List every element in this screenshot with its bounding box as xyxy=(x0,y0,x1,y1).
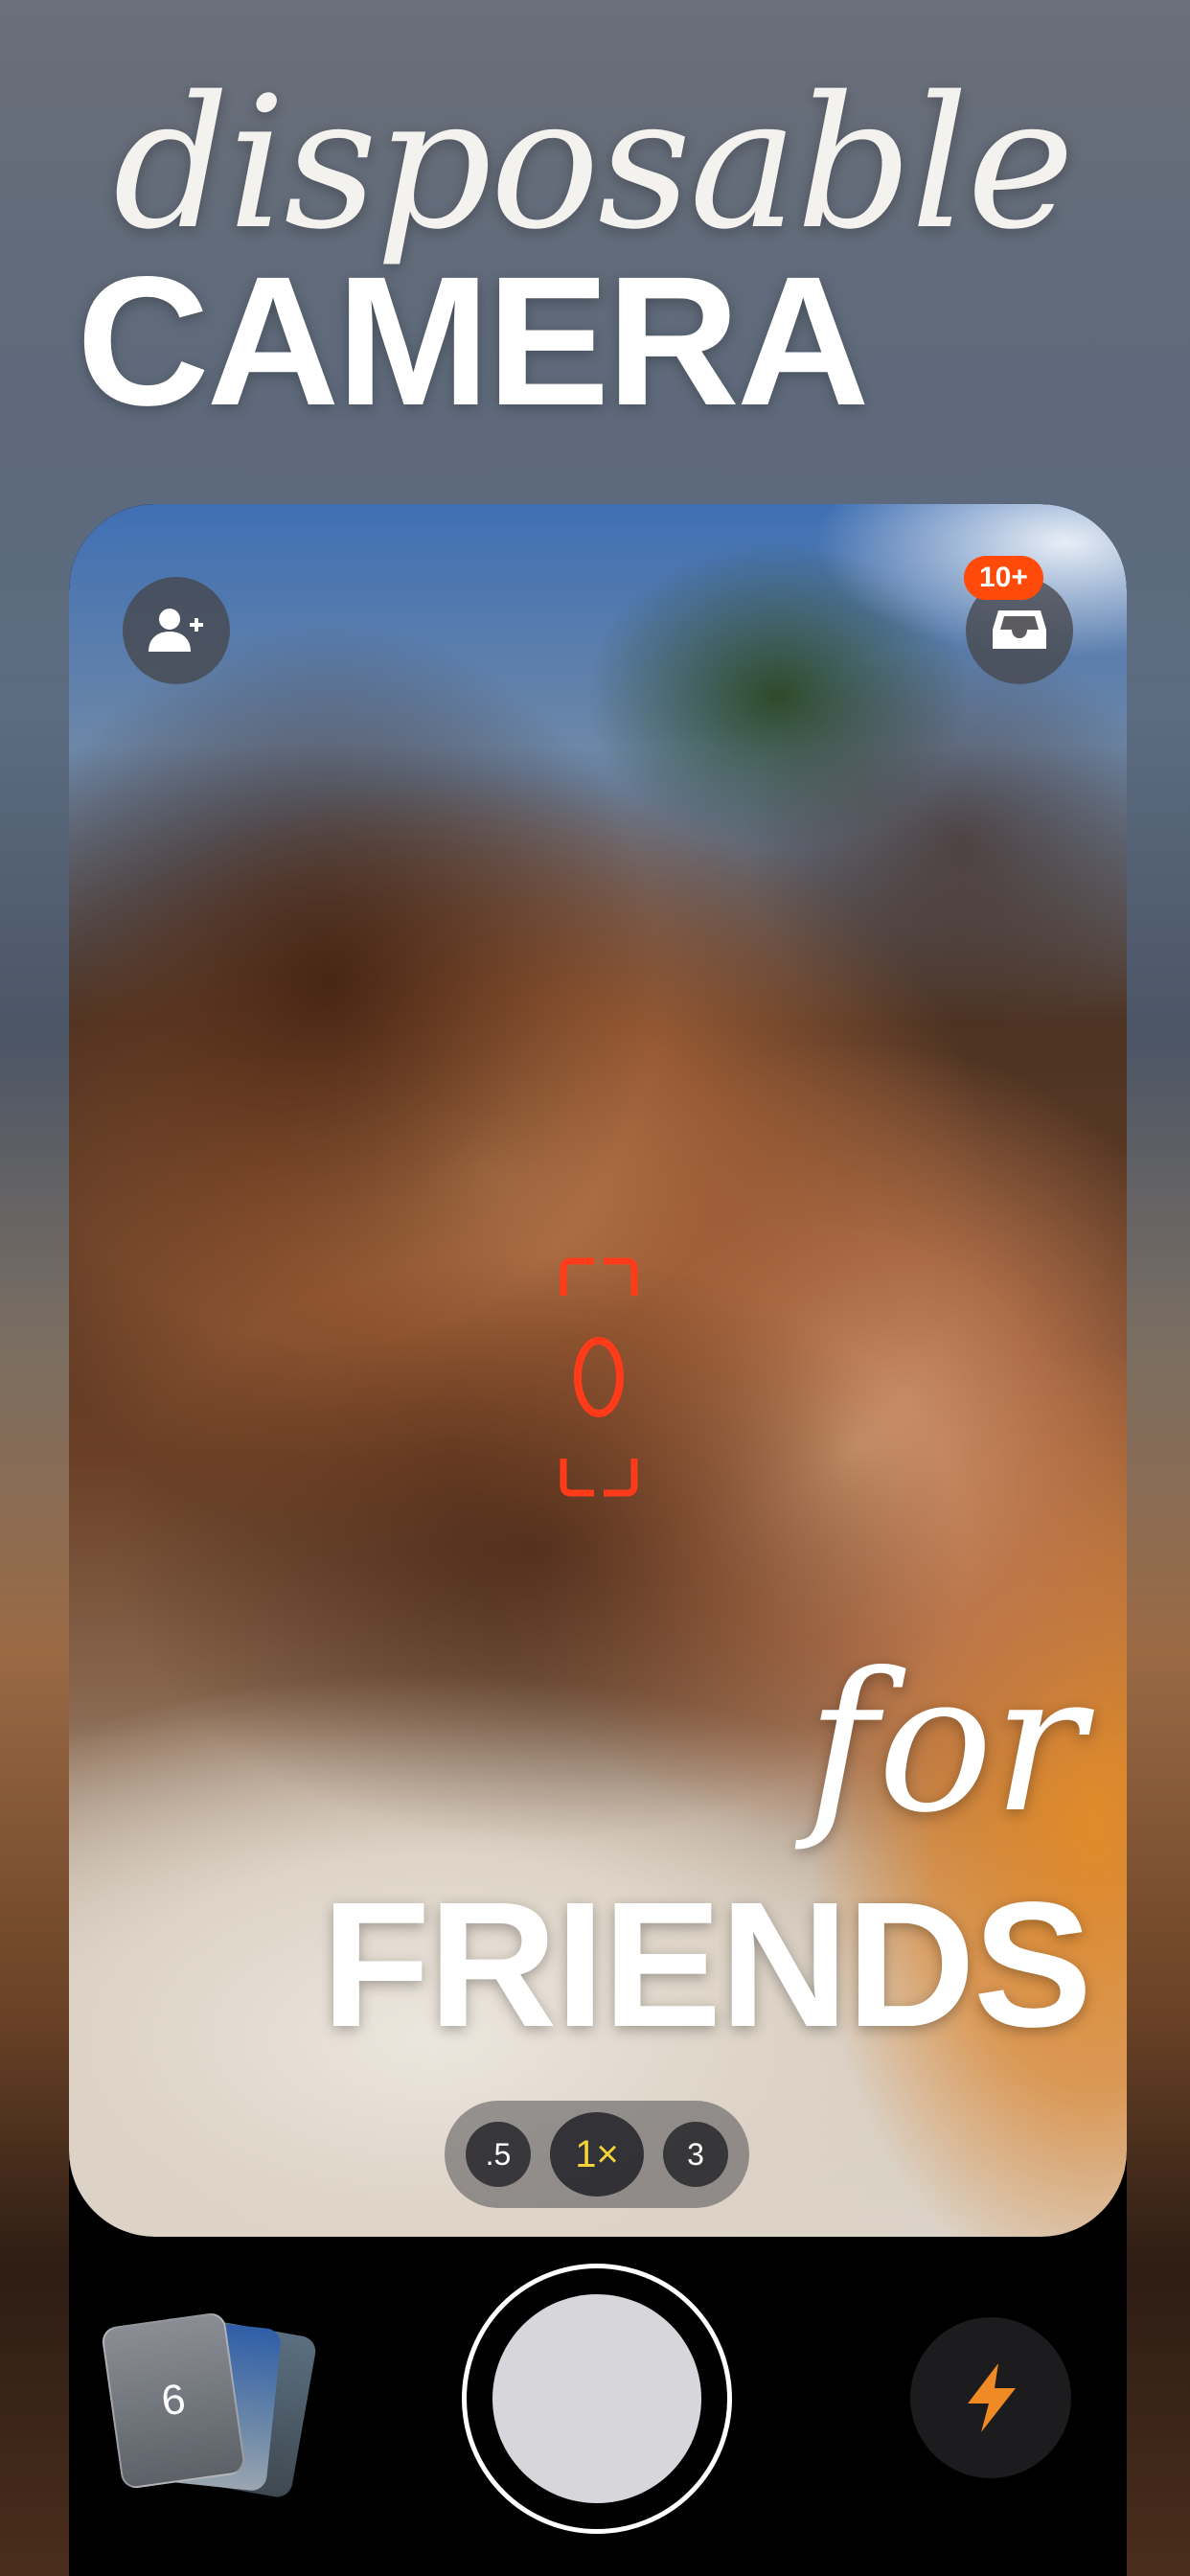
photo-hair-shadow xyxy=(69,619,663,1347)
lightning-bolt-icon xyxy=(968,2363,1016,2432)
zoom-option-3x[interactable]: 3 xyxy=(663,2122,728,2187)
photo-roll-count: 6 xyxy=(158,2375,189,2426)
person-plus-icon xyxy=(149,609,203,652)
photo-roll-button[interactable]: 6 xyxy=(100,2311,322,2501)
zoom-option-1x[interactable]: 1× xyxy=(550,2112,644,2196)
photo-hair-shadow xyxy=(740,638,1127,1041)
inbox-badge: 10+ xyxy=(964,556,1043,600)
zoom-selector: .5 1× 3 xyxy=(445,2101,749,2208)
add-friend-button[interactable] xyxy=(123,577,230,684)
flash-toggle-button[interactable] xyxy=(910,2317,1071,2478)
tagline-script: for xyxy=(806,1632,1085,1855)
inbox-tray-icon xyxy=(993,610,1046,649)
focus-frame-icon xyxy=(560,1257,638,1497)
headline-bold: CAMERA xyxy=(77,238,870,444)
tagline-bold: FRIENDS xyxy=(321,1866,1092,2064)
zoom-option-half[interactable]: .5 xyxy=(466,2122,531,2187)
shutter-button[interactable] xyxy=(492,2294,701,2503)
